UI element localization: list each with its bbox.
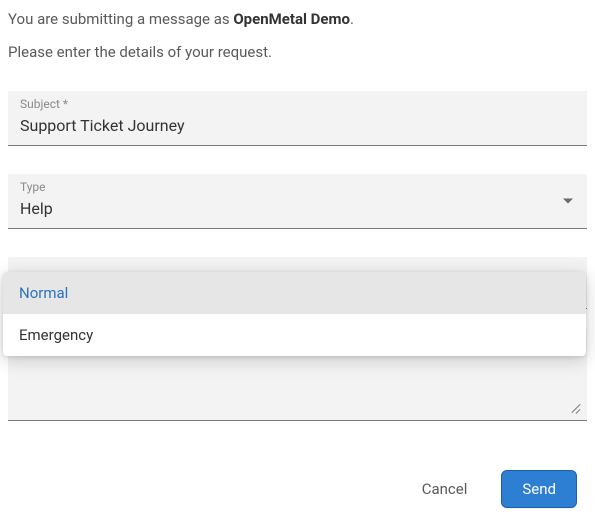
submit-as-prefix: You are submitting a message as [8, 10, 233, 28]
actions-bar: Cancel Send [422, 470, 577, 508]
submit-as-suffix: . [350, 10, 354, 28]
subject-label: Subject * [20, 97, 575, 113]
type-label: Type [20, 180, 575, 196]
priority-dropdown-panel[interactable]: Normal Emergency [3, 272, 586, 356]
subject-input[interactable] [20, 113, 575, 137]
prompt-line: Please enter the details of your request… [8, 41, 587, 64]
type-field[interactable]: Type Help [8, 174, 587, 229]
chevron-down-icon [563, 198, 573, 203]
subject-field[interactable]: Subject * [8, 91, 587, 146]
priority-option-emergency[interactable]: Emergency [3, 314, 586, 356]
submit-as-user: OpenMetal Demo [233, 10, 350, 28]
cancel-button[interactable]: Cancel [422, 480, 468, 498]
send-button[interactable]: Send [501, 470, 577, 508]
resize-handle-icon[interactable] [567, 400, 581, 414]
submit-as-line: You are submitting a message as OpenMeta… [8, 8, 587, 31]
type-value: Help [20, 196, 575, 220]
priority-option-normal[interactable]: Normal [3, 272, 586, 314]
